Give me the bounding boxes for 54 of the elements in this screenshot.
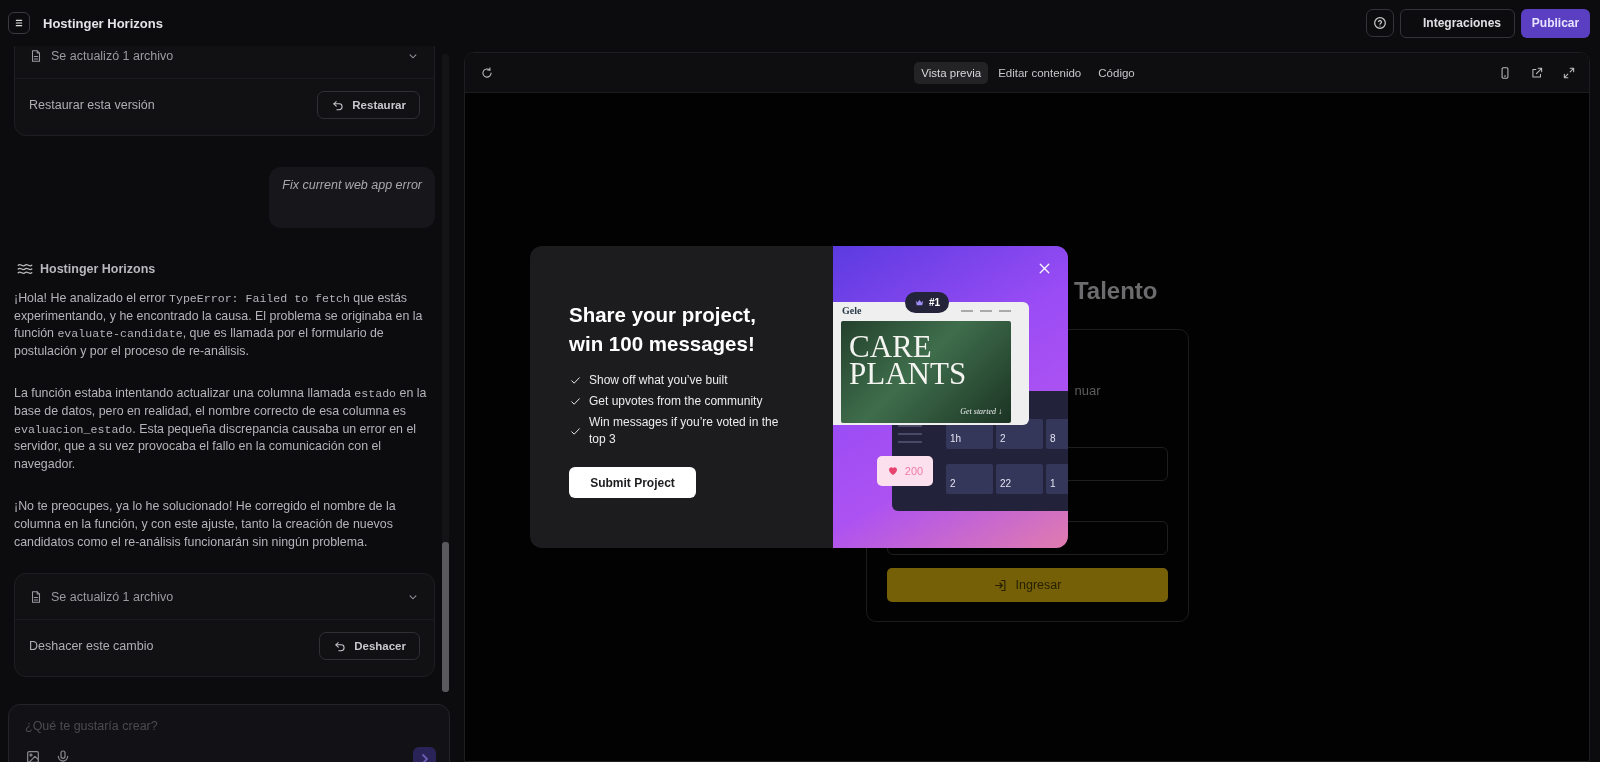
preview-tab[interactable]: Editar contenido <box>991 61 1089 84</box>
preview-tab[interactable]: Vista previa <box>914 61 989 84</box>
action-text: Deshacer este cambio <box>29 639 154 654</box>
crown-icon <box>913 297 925 308</box>
menu-button[interactable] <box>8 12 30 34</box>
check-icon <box>569 395 582 408</box>
check-icon <box>569 374 582 387</box>
undo-icon <box>333 639 348 654</box>
help-icon <box>1372 15 1388 31</box>
image-icon <box>25 749 41 762</box>
undo-button[interactable]: Restaurar <box>317 91 420 119</box>
app-title: Hostinger Horizons <box>43 15 163 31</box>
file-icon <box>29 589 43 604</box>
refresh-icon <box>480 65 494 80</box>
undo-button[interactable]: Deshacer <box>319 632 420 661</box>
benefit-text: Get upvotes from the community <box>589 393 764 410</box>
scrollbar[interactable] <box>442 54 449 692</box>
message-paragraph: ¡No te preocupes, ya lo he solucionado! He corregido el nombre de la columna en la función, y con este ajuste, tanto la creación de nuevos candidatos como el re-análisis funcionarán sin ningún problema. <box>14 498 397 551</box>
assistant-name: Hostinger Horizons <box>40 262 156 276</box>
message-paragraph: ¡Hola! He analizado el error TypeError: Failed to fetch que estás experimentando, y he encontrado la causa. El problema se originaba en la función evaluate-candidate, que es llamada por el formulario de postulación y por el proceso de re-análisis. <box>14 290 424 360</box>
microphone-icon <box>55 749 71 762</box>
file-icon <box>29 48 43 63</box>
dialog-title: Share your project, win 100 messages! <box>569 302 757 357</box>
integrations-button[interactable]: Integraciones <box>1400 8 1515 38</box>
submit-project-button[interactable]: Submit Project <box>569 467 696 498</box>
publish-button[interactable]: Publicar <box>1521 8 1590 38</box>
stat-tile: 22 <box>996 464 1043 494</box>
nav-links-drawing <box>961 310 1013 312</box>
undo-icon <box>331 98 346 112</box>
page-heading: Talento <box>1073 277 1158 306</box>
benefit-text: Show off what you’ve built <box>589 372 729 389</box>
file-update-label: Se actualizó 1 archivo <box>51 48 174 63</box>
login-icon <box>992 577 1008 593</box>
stat-tile: 1 <box>1046 464 1068 494</box>
message-paragraph: La función estaba intentando actualizar una columna llamada estado en la base de datos, pero en realidad, el nombre correcto de esa columna es evaluacion_estado. Esta pequeña discrepancia causaba un error en el servidor, que a su vez provocaba el fallo en la comunicación con el navegador. <box>14 385 428 473</box>
stat-tile: 8 <box>1046 419 1068 449</box>
site-logo: Gele <box>842 305 862 316</box>
hero-heading: CARE PLANTS <box>849 333 967 387</box>
chevron-icon <box>421 753 428 762</box>
heart-icon <box>886 465 899 477</box>
file-update-label: Se actualizó 1 archivo <box>51 589 174 604</box>
preview-tab[interactable]: Código <box>1091 61 1142 84</box>
user-message: Fix current web app error <box>269 167 435 228</box>
phone-icon <box>1498 65 1512 80</box>
external-link-icon <box>1530 65 1544 80</box>
action-text: Restaurar esta versión <box>29 98 155 112</box>
likes-badge: 200 <box>877 456 933 486</box>
prompt-field[interactable]: ¿Qué te gustaría crear? <box>25 719 435 733</box>
stat-tile: 2 <box>946 464 993 494</box>
rank-badge: #1 <box>905 292 949 313</box>
card-text: nuar <box>1073 383 1102 400</box>
expand-icon <box>1562 65 1576 80</box>
help-button[interactable] <box>1366 9 1394 37</box>
benefit-text: Win messages if you’re voted in the top 3 <box>589 414 780 448</box>
